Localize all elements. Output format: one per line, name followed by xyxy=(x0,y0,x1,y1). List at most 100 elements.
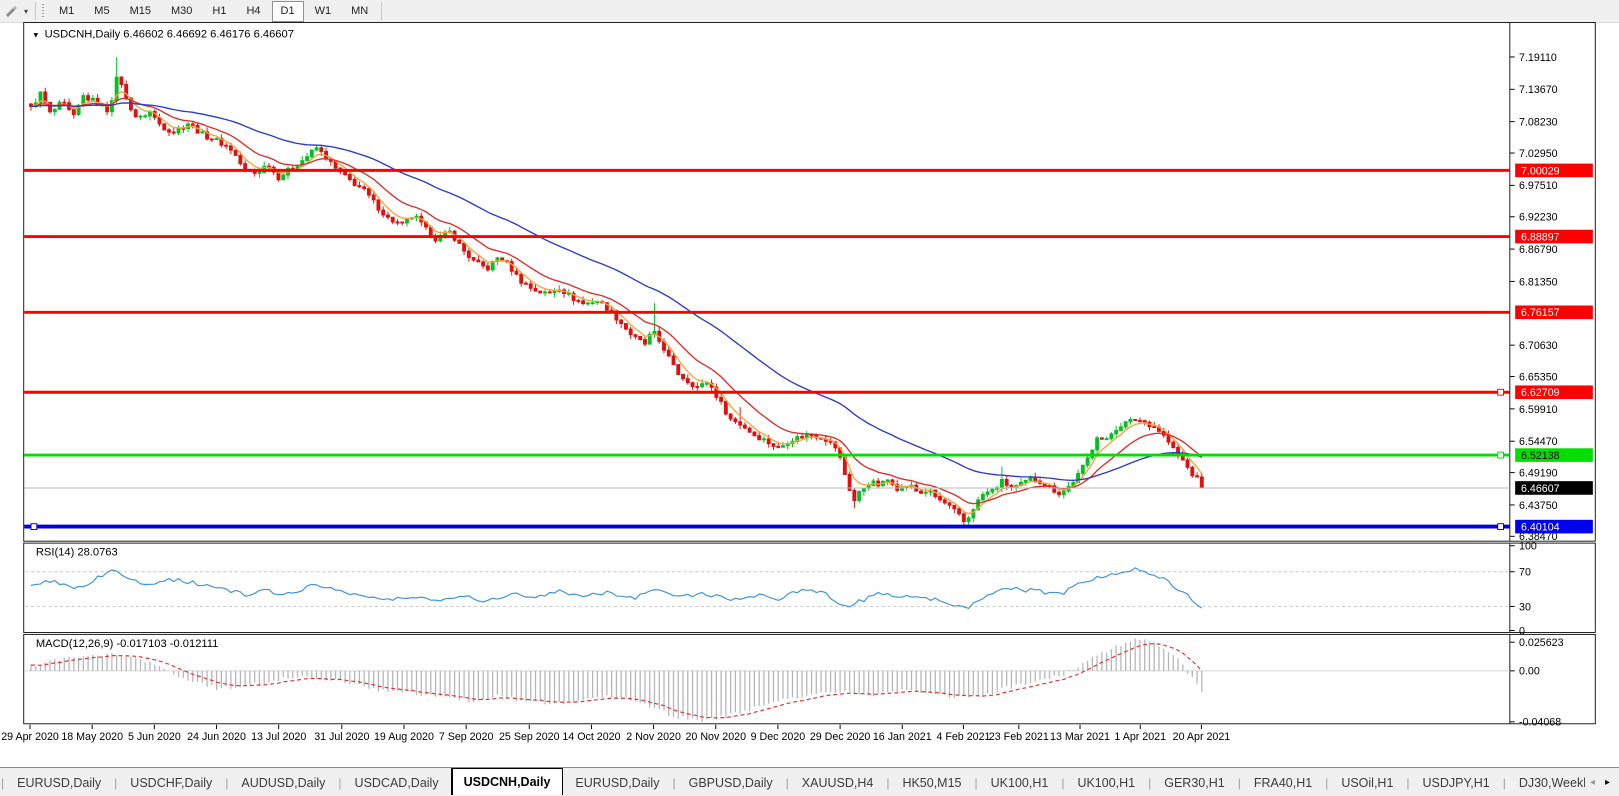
timeframe-button-m1[interactable]: M1 xyxy=(50,1,83,22)
chart-tab-ger30-h1[interactable]: GER30,H1 xyxy=(1152,768,1236,796)
chart-tab-fra40-h1[interactable]: FRA40,H1 xyxy=(1242,768,1324,796)
time-tick-label: 5 Jun 2020 xyxy=(128,731,181,743)
candle-body xyxy=(638,335,643,341)
candle-body xyxy=(71,108,76,115)
candle-body xyxy=(386,214,390,218)
candle-body xyxy=(1190,466,1195,477)
chart-tabs: | EURUSD,Daily | USDCHF,Daily | AUDUSD,Daily |… xyxy=(0,768,1585,796)
hline-handle[interactable] xyxy=(1497,523,1504,531)
timeframe-button-h1[interactable]: H1 xyxy=(203,1,235,22)
price-tick-label: 6.92230 xyxy=(1519,212,1558,224)
timeframe-button-mn[interactable]: MN xyxy=(342,1,377,22)
chart-tab-usoil-h1[interactable]: USOil,H1 xyxy=(1329,768,1405,796)
candle-body xyxy=(1142,420,1147,423)
price-flag-label: 6.40104 xyxy=(1521,522,1560,534)
time-tick-label: 20 Apr 2021 xyxy=(1173,731,1231,743)
candle-body xyxy=(809,434,814,437)
candle-body xyxy=(1033,476,1038,482)
candle-body xyxy=(728,413,733,420)
candle-body xyxy=(1095,437,1100,451)
candle-body xyxy=(938,496,942,501)
main-chart-area[interactable] xyxy=(23,22,1596,542)
chart-tab-eurusd-daily[interactable]: EURUSD,Daily xyxy=(5,768,113,796)
candle-body xyxy=(942,499,947,504)
time-tick-label: 4 Feb 2021 xyxy=(936,731,990,743)
price-tick-label: 7.02950 xyxy=(1519,148,1558,160)
timeframe-button-m5[interactable]: M5 xyxy=(85,1,118,22)
chart-tab-dj30-weekly[interactable]: DJ30,Weekly xyxy=(1507,768,1585,796)
timeframe-button-w1[interactable]: W1 xyxy=(306,1,341,22)
candle-body xyxy=(347,174,352,180)
chart-canvas[interactable]: 7.19110 7.13670 7.08230 7.02950 6.97510 6.922… xyxy=(0,22,1619,767)
candle-body xyxy=(133,109,138,118)
candle-body xyxy=(857,490,862,502)
timeframe-button-h4[interactable]: H4 xyxy=(237,1,269,22)
candle-body xyxy=(476,259,481,263)
candle-body xyxy=(1028,476,1033,481)
time-tick-label: 29 Apr 2020 xyxy=(1,731,59,743)
tab-scroll-left-icon[interactable]: ◂ xyxy=(1585,777,1600,788)
time-axis[interactable]: 29 Apr 2020 18 May 2020 5 Jun 2020 24 Jun 2… xyxy=(1,724,1231,743)
candle-body xyxy=(990,488,995,493)
chart-tab-usdchf-daily[interactable]: USDCHF,Daily xyxy=(118,768,224,796)
chart-tab-eurusd-daily[interactable]: EURUSD,Daily xyxy=(563,768,671,796)
candle-body xyxy=(547,291,552,294)
candle-body xyxy=(381,209,386,216)
timeframe-button-d1[interactable]: D1 xyxy=(271,0,304,22)
timeframe-button-m15[interactable]: M15 xyxy=(121,1,160,22)
candle-body xyxy=(733,418,738,423)
toolbar-gripper[interactable] xyxy=(41,3,45,19)
title-marker-icon[interactable]: ▼ xyxy=(32,31,40,40)
candle-body xyxy=(538,290,543,294)
candle-body xyxy=(90,97,95,101)
time-tick-label: 9 Dec 2020 xyxy=(751,731,806,743)
candle-body xyxy=(209,138,214,141)
chart-tab-usdcad-daily[interactable]: USDCAD,Daily xyxy=(343,768,451,796)
chart-tab-usdjpy-h1[interactable]: USDJPY,H1 xyxy=(1411,768,1502,796)
rsi-tick-label: 0 xyxy=(1519,625,1525,637)
chart-tab-audusd-daily[interactable]: AUDUSD,Daily xyxy=(229,768,337,796)
candle-body xyxy=(923,491,928,494)
candle-body xyxy=(947,502,952,506)
candle-body xyxy=(1085,457,1090,466)
candle-body xyxy=(762,438,766,441)
candle-body xyxy=(1099,437,1104,440)
candle-body xyxy=(742,424,747,429)
rsi-panel[interactable] xyxy=(23,542,1596,633)
chart-tab-uk100-h1[interactable]: UK100,H1 xyxy=(979,768,1061,796)
tab-scroll-right-icon[interactable]: ▸ xyxy=(1600,777,1615,788)
chart-tab-usdcnh-daily[interactable]: USDCNH,Daily xyxy=(450,768,564,795)
price-flag-label: 7.00029 xyxy=(1521,165,1560,177)
candle-body xyxy=(238,154,243,165)
candle-body xyxy=(585,302,590,305)
chart-tab-gbpusd-daily[interactable]: GBPUSD,Daily xyxy=(677,768,785,796)
price-tick-label: 6.49190 xyxy=(1519,467,1558,479)
candle-body xyxy=(143,115,148,118)
timeframe-button-m30[interactable]: M30 xyxy=(162,1,201,22)
time-tick-label: 29 Dec 2020 xyxy=(810,731,871,743)
chart-tab-bar: | EURUSD,Daily | USDCHF,Daily | AUDUSD,Daily |… xyxy=(0,767,1619,796)
hline-handle[interactable] xyxy=(30,523,38,531)
candle-body xyxy=(643,339,647,345)
crosshair-tool-icon[interactable] xyxy=(2,2,20,20)
candle-body xyxy=(214,137,219,141)
candle-body xyxy=(695,386,700,389)
candle-body xyxy=(305,156,309,162)
candle-body xyxy=(314,147,319,151)
chart-tab-xauusd-h4[interactable]: XAUUSD,H4 xyxy=(790,768,886,796)
tool-dropdown-caret-icon[interactable]: ▾ xyxy=(20,7,32,16)
candle-body xyxy=(623,323,628,330)
price-tick-label: 7.13670 xyxy=(1519,84,1558,96)
candle-body xyxy=(281,174,286,181)
price-tick-label: 6.54470 xyxy=(1519,436,1558,448)
candle-body xyxy=(781,445,785,448)
chart-tab-hk50-m15[interactable]: HK50,M15 xyxy=(890,768,973,796)
candle-body xyxy=(176,127,181,134)
hline-handle[interactable] xyxy=(1497,451,1504,459)
hline-handle[interactable] xyxy=(1497,388,1504,396)
chart-tab-uk100-h1[interactable]: UK100,H1 xyxy=(1065,768,1147,796)
price-tick-label: 6.43750 xyxy=(1519,500,1558,512)
time-tick-label: 23 Feb 2021 xyxy=(989,731,1049,743)
candle-body xyxy=(619,319,624,325)
candle-body xyxy=(200,131,205,134)
